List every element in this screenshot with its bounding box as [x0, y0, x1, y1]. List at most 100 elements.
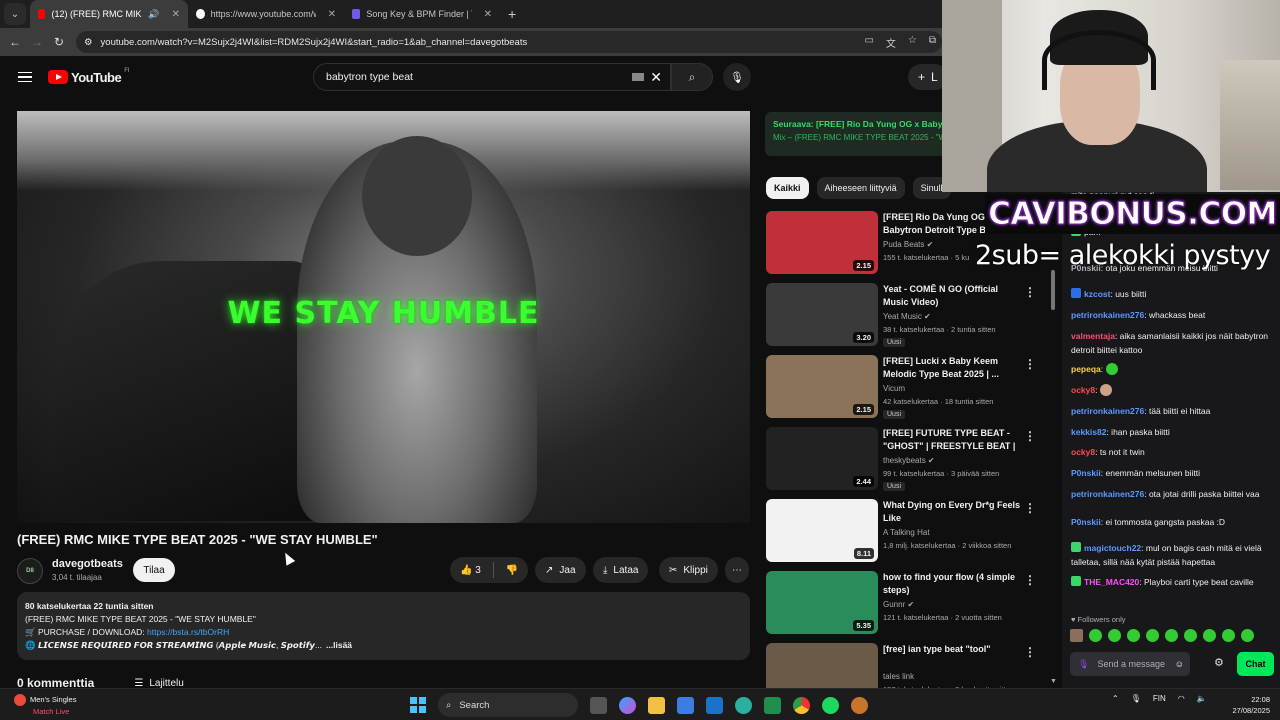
emote-icon[interactable]: [1203, 629, 1216, 642]
more-vertical-icon[interactable]: ⋮: [1024, 285, 1036, 299]
recommendation-item[interactable]: 2.44 [FREE] FUTURE TYPE BEAT - "GHOST" | …: [766, 427, 1050, 499]
search-button[interactable]: ⌕: [671, 63, 713, 91]
video-player[interactable]: WE STAY HUMBLE: [17, 111, 750, 523]
chat-username[interactable]: valmentaja: [1071, 331, 1115, 341]
back-arrow-icon[interactable]: ←: [4, 35, 26, 49]
windows-start-icon[interactable]: [410, 697, 426, 713]
recommendation-item[interactable]: 8.11 What Dying on Every Dr*g Feels Like A…: [766, 499, 1050, 571]
recommendation-title[interactable]: how to find your flow (4 simple steps): [883, 571, 1023, 597]
emote-icon[interactable]: [1184, 629, 1197, 642]
up-next-banner[interactable]: Seuraava: [FREE] Rio Da Yung OG x Baby M…: [765, 112, 955, 156]
url-field[interactable]: ⚙ youtube.com/watch?v=M2Sujx2j4WI&list=R…: [76, 31, 942, 53]
emote-icon[interactable]: [1222, 629, 1235, 642]
task-view-icon[interactable]: [590, 696, 607, 714]
translate-icon[interactable]: 文: [886, 35, 896, 50]
taskbar-search[interactable]: ⌕ Search: [438, 693, 578, 717]
outlook-icon[interactable]: [706, 696, 723, 714]
emote-icon[interactable]: [1127, 629, 1140, 642]
more-vertical-icon[interactable]: ⋮: [1024, 501, 1036, 515]
site-info-icon[interactable]: ⚙: [84, 37, 93, 48]
chat-mic-icon[interactable]: 🎙: [1078, 659, 1089, 670]
purchase-link[interactable]: https://bsta.rs/tbOrRH: [147, 627, 229, 637]
channel-name[interactable]: davegotbeats: [52, 558, 123, 570]
keyboard-icon[interactable]: [632, 73, 645, 81]
recommendation-title[interactable]: Yeat - COMĒ N GO (Official Music Video): [883, 283, 1023, 309]
recommendation-item[interactable]: 3.20 Yeat - COMĒ N GO (Official Music Vid…: [766, 283, 1050, 355]
video-thumbnail[interactable]: 2.15: [766, 211, 878, 274]
more-vertical-icon[interactable]: ⋮: [1024, 645, 1036, 659]
video-thumbnail[interactable]: 2.44: [766, 427, 878, 490]
description-box[interactable]: 80 katselukertaa 22 tuntia sitten (FREE)…: [17, 592, 750, 660]
recommendation-channel[interactable]: Yeat Music ✔: [883, 312, 931, 321]
app-icon[interactable]: [851, 696, 868, 714]
menu-icon[interactable]: [18, 72, 32, 82]
video-thumbnail[interactable]: 1.47: [766, 643, 878, 691]
more-actions-button[interactable]: ⋯: [725, 557, 749, 583]
share-button[interactable]: ↗ Jaa: [535, 557, 586, 583]
more-vertical-icon[interactable]: ⋮: [1024, 357, 1036, 371]
chat-username[interactable]: kekkis82: [1071, 427, 1106, 437]
wifi-icon[interactable]: ◠: [1178, 694, 1185, 703]
download-button[interactable]: ⤓ Lataa: [593, 557, 649, 583]
recommendation-item[interactable]: 5.35 how to find your flow (4 simple step…: [766, 571, 1050, 643]
file-explorer-icon[interactable]: [648, 696, 665, 714]
chat-send-button[interactable]: Chat: [1237, 652, 1274, 676]
speaker-icon[interactable]: 🔊: [148, 9, 159, 20]
video-thumbnail[interactable]: 8.11: [766, 499, 878, 562]
chip-related[interactable]: Aiheeseen liittyviä: [816, 177, 905, 199]
emote-icon[interactable]: [1241, 629, 1254, 642]
chat-username[interactable]: P0nskii: [1071, 517, 1101, 527]
new-tab-button[interactable]: +: [508, 6, 516, 22]
video-thumbnail[interactable]: 3.20: [766, 283, 878, 346]
recommendation-item[interactable]: 1.47 [free] ian type beat "tool" tales lin…: [766, 643, 1050, 691]
recommendation-channel[interactable]: A Talking Hat: [883, 528, 930, 537]
recommendation-item[interactable]: 2.15 [FREE] Lucki x Baby Keem Melodic Typ…: [766, 355, 1050, 427]
chat-username[interactable]: petrironkainen276: [1071, 406, 1144, 416]
chat-username[interactable]: P0nskii: [1071, 468, 1101, 478]
extensions-icon[interactable]: ⧉: [929, 35, 936, 50]
bookmark-star-icon[interactable]: ☆: [908, 35, 917, 50]
video-thumbnail[interactable]: 5.35: [766, 571, 878, 634]
cast-icon[interactable]: ▭: [864, 35, 873, 50]
chat-username[interactable]: magictouch22: [1084, 543, 1141, 553]
recommendation-title[interactable]: What Dying on Every Dr*g Feels Like: [883, 499, 1023, 525]
chat-username[interactable]: ocky8: [1071, 385, 1095, 395]
emote-icon[interactable]: [1146, 629, 1159, 642]
recommendation-title[interactable]: [FREE] FUTURE TYPE BEAT - "GHOST" | FREE…: [883, 427, 1023, 453]
voice-search-button[interactable]: 🎙: [723, 63, 751, 91]
close-tab-icon[interactable]: ✕: [484, 9, 492, 20]
chat-input[interactable]: 🎙 Send a message ☺: [1070, 652, 1190, 676]
recommendation-channel[interactable]: Vicum: [883, 384, 905, 393]
volume-icon[interactable]: 🔈: [1197, 694, 1207, 703]
store-icon[interactable]: [677, 696, 694, 714]
chip-all[interactable]: Kaikki: [766, 177, 809, 199]
close-tab-icon[interactable]: ✕: [172, 9, 180, 20]
copilot-icon[interactable]: [619, 696, 636, 714]
show-more-link[interactable]: ...lisää: [326, 640, 352, 650]
microphone-icon[interactable]: 🎙: [1131, 694, 1141, 703]
recommendation-channel[interactable]: tales link: [883, 672, 914, 681]
dislike-button[interactable]: 👎: [506, 565, 518, 576]
video-thumbnail[interactable]: 2.15: [766, 355, 878, 418]
emote-icon[interactable]: [1108, 629, 1121, 642]
edge-icon[interactable]: [735, 696, 752, 714]
forward-arrow-icon[interactable]: →: [26, 35, 48, 49]
clock[interactable]: 22:08 27/08/2025: [1228, 694, 1270, 716]
chat-username[interactable]: petrironkainen276: [1071, 489, 1144, 499]
search-input[interactable]: babytron type beat ✕: [313, 63, 671, 91]
recommendation-channel[interactable]: Puda Beats ✔: [883, 240, 933, 249]
recommendation-title[interactable]: [FREE] Lucki x Baby Keem Melodic Type Be…: [883, 355, 1023, 381]
tab-youtube-url[interactable]: https://www.youtube.com/watc ✕: [188, 0, 344, 28]
clip-button[interactable]: ✂ Klippi: [659, 557, 718, 583]
scroll-down-arrow-icon[interactable]: ▼: [1050, 678, 1057, 685]
chat-username[interactable]: ocky8: [1071, 447, 1095, 457]
tab-search-button[interactable]: ⌄: [4, 3, 26, 25]
tab-youtube-video[interactable]: (12) (FREE) RMC MIKE TYPE 🔊 ✕: [30, 0, 188, 28]
reload-icon[interactable]: ↻: [48, 35, 70, 49]
tab-tunebat[interactable]: Song Key & BPM Finder | Tune ✕: [344, 0, 500, 28]
clear-search-icon[interactable]: ✕: [650, 69, 662, 86]
close-tab-icon[interactable]: ✕: [328, 9, 336, 20]
chat-username[interactable]: THE_MAC420: [1084, 577, 1139, 587]
chat-username[interactable]: petrironkainen276: [1071, 310, 1144, 320]
chat-username[interactable]: pepeqa: [1071, 364, 1101, 374]
